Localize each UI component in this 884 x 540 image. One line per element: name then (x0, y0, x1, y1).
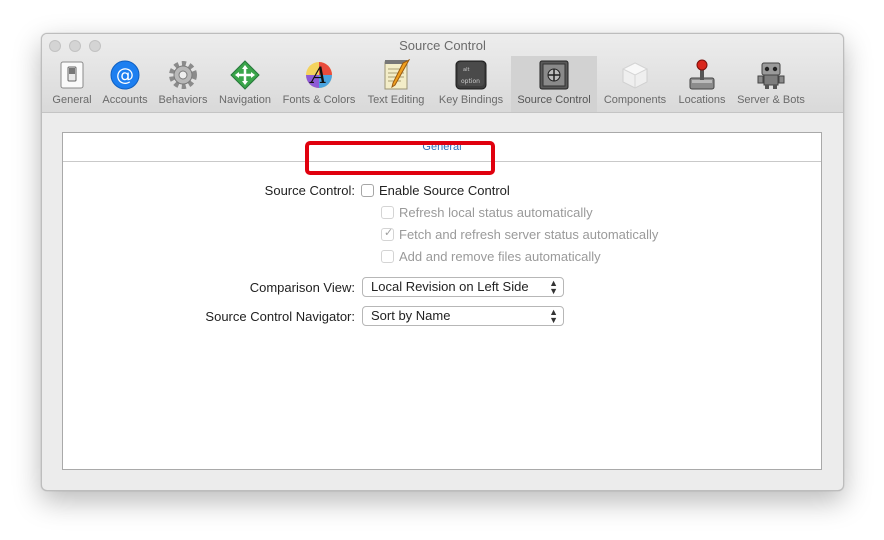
refresh-local-status-label: Refresh local status automatically (399, 205, 593, 220)
joystick-icon (686, 59, 718, 91)
toolbar-label: Navigation (219, 94, 271, 106)
comparison-view-label: Comparison View: (249, 280, 355, 295)
toolbar-label: Behaviors (158, 94, 208, 106)
svg-text:option: option (461, 78, 480, 85)
preferences-toolbar: General @ Accounts Behaviors Navigation … (47, 56, 811, 112)
svg-text:A: A (309, 64, 327, 89)
robot-icon (755, 59, 787, 91)
source-control-navigator-label: Source Control Navigator: (205, 309, 355, 324)
titlebar: Source Control General @ Accounts Behavi… (42, 34, 843, 113)
preferences-window: Source Control General @ Accounts Behavi… (41, 33, 844, 491)
fetch-refresh-server-status-label: Fetch and refresh server status automati… (399, 227, 659, 242)
at-sign-icon: @ (109, 59, 141, 91)
settings-panel: General Source Control: Enable Source Co… (62, 132, 822, 470)
select-arrows-icon: ▲ ▼ (549, 307, 558, 325)
source-control-navigator-select[interactable]: Sort by Name ▲ ▼ (362, 306, 564, 326)
toolbar-item-accounts[interactable]: @ Accounts (97, 56, 153, 112)
toolbar-label: Server & Bots (737, 94, 805, 106)
toolbar-item-general[interactable]: General (47, 56, 97, 112)
toolbar-item-navigation[interactable]: Navigation (213, 56, 277, 112)
toolbar-item-server-bots[interactable]: Server & Bots (731, 56, 811, 112)
component-box-icon (619, 59, 651, 91)
select-arrows-icon: ▲ ▼ (549, 278, 558, 296)
switch-icon (56, 59, 88, 91)
notepad-pencil-icon (380, 59, 412, 91)
toolbar-item-source-control[interactable]: Source Control (511, 56, 597, 112)
comparison-view-value: Local Revision on Left Side (371, 279, 529, 294)
font-palette-icon: A (303, 59, 335, 91)
enable-source-control-label: Enable Source Control (379, 183, 510, 198)
svg-text:alt: alt (463, 67, 469, 73)
toolbar-item-behaviors[interactable]: Behaviors (153, 56, 213, 112)
refresh-local-status-checkbox[interactable] (381, 206, 394, 219)
safe-icon (538, 59, 570, 91)
toolbar-item-text-editing[interactable]: Text Editing (361, 56, 431, 112)
source-control-label: Source Control: (264, 183, 355, 198)
window-title: Source Control (399, 38, 486, 53)
option-key-icon: alt option (455, 59, 487, 91)
toolbar-label: General (52, 94, 92, 106)
add-remove-files-label: Add and remove files automatically (399, 249, 601, 264)
annotation-highlight-box (305, 141, 495, 175)
checkmark-icon: ✓ (384, 227, 394, 239)
toolbar-item-fonts-colors[interactable]: A Fonts & Colors (277, 56, 361, 112)
toolbar-item-key-bindings[interactable]: alt option Key Bindings (431, 56, 511, 112)
toolbar-label: Source Control (517, 94, 591, 106)
toolbar-label: Key Bindings (438, 94, 504, 106)
svg-text:@: @ (116, 65, 134, 86)
enable-source-control-checkbox[interactable] (361, 184, 374, 197)
toolbar-item-locations[interactable]: Locations (673, 56, 731, 112)
toolbar-label: Fonts & Colors (282, 94, 356, 106)
toolbar-label: Locations (678, 94, 726, 106)
toolbar-label: Components (603, 94, 667, 106)
navigation-arrows-icon (229, 59, 261, 91)
comparison-view-select[interactable]: Local Revision on Left Side ▲ ▼ (362, 277, 564, 297)
navigator-value: Sort by Name (371, 308, 451, 323)
toolbar-label: Text Editing (367, 94, 425, 106)
toolbar-item-components[interactable]: Components (597, 56, 673, 112)
fetch-refresh-server-status-checkbox[interactable]: ✓ (381, 227, 394, 241)
add-remove-files-checkbox[interactable] (381, 250, 394, 263)
gear-icon (167, 59, 199, 91)
toolbar-label: Accounts (102, 94, 148, 106)
